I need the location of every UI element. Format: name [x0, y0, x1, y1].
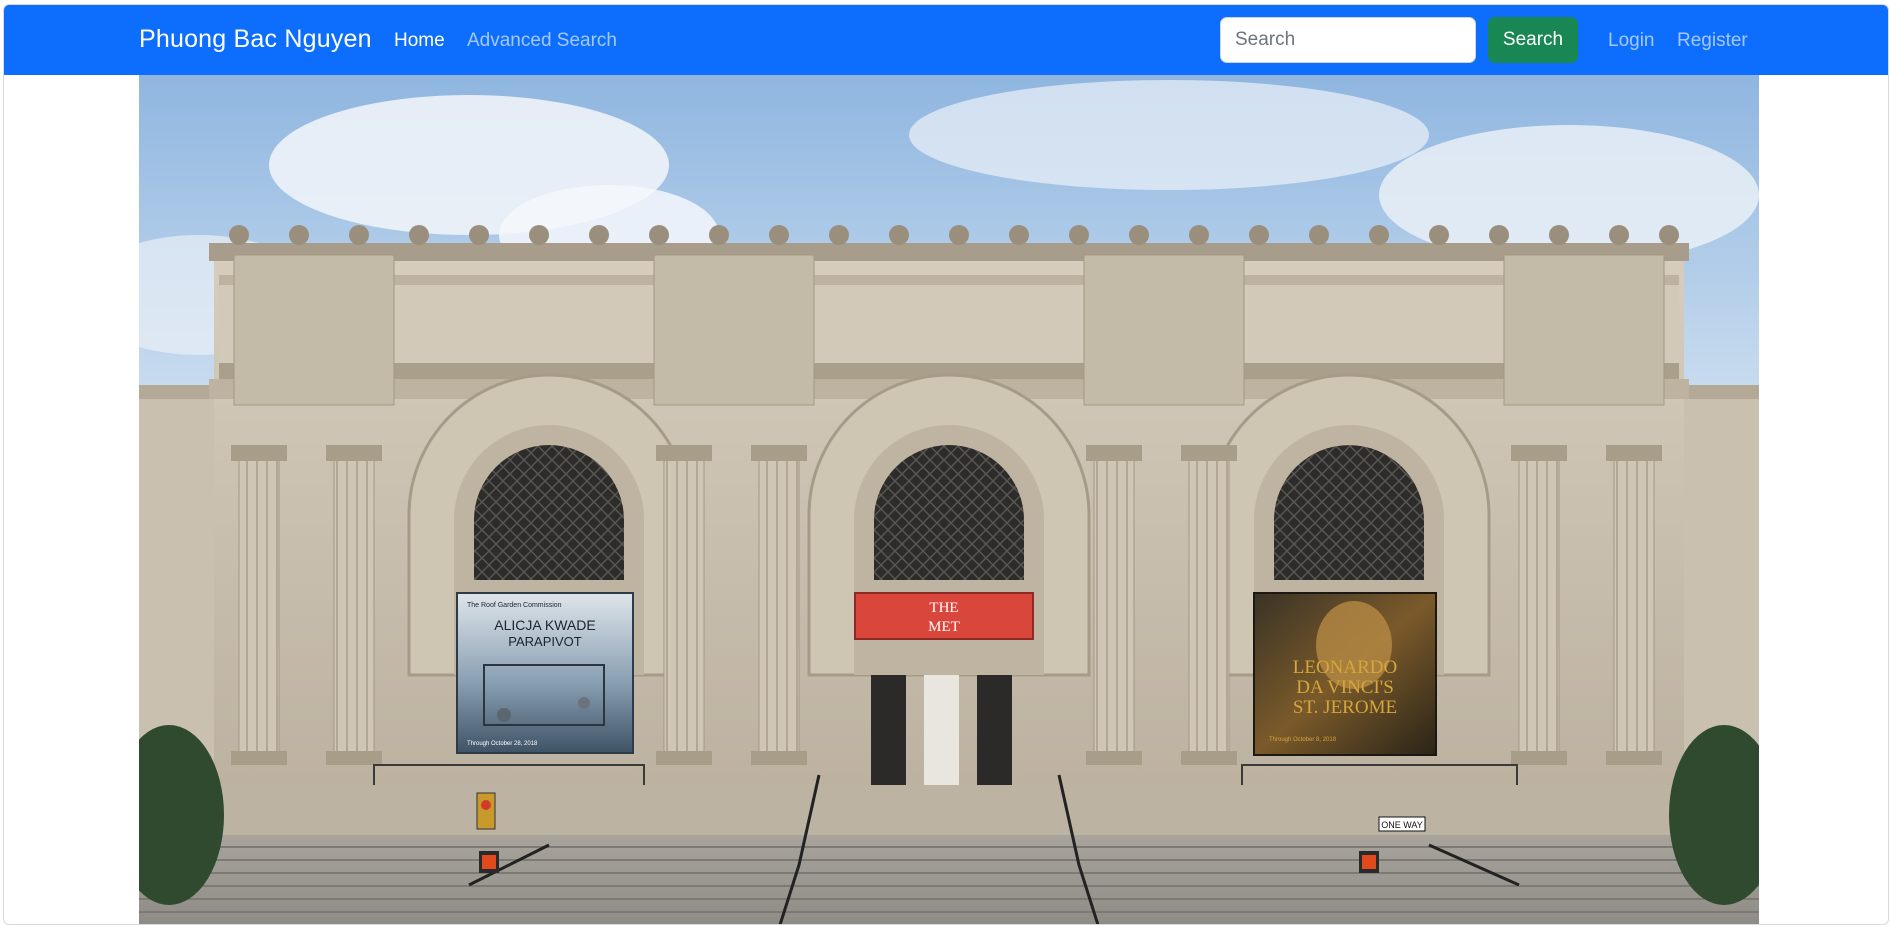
svg-text:LEONARDO: LEONARDO [1293, 657, 1398, 678]
nav-link-advanced-search[interactable]: Advanced Search [467, 30, 617, 52]
svg-text:Through October 8, 2018: Through October 8, 2018 [1269, 737, 1337, 743]
nav-link-home[interactable]: Home [394, 30, 445, 52]
banner-right: LEONARDO DA VINCI'S ST. JEROME Through O… [1253, 592, 1437, 756]
svg-text:DA VINCI'S: DA VINCI'S [1296, 677, 1394, 698]
svg-text:Through October 28, 2018: Through October 28, 2018 [467, 741, 538, 747]
top-navbar: Phuong Bac Nguyen Home Advanced Search S… [4, 5, 1888, 75]
svg-text:MET: MET [928, 619, 960, 635]
museum-facade-image: The Roof Garden Commission ALICJA KWADE … [139, 75, 1759, 924]
svg-text:PARAPIVOT: PARAPIVOT [508, 634, 582, 649]
svg-text:THE: THE [929, 600, 958, 616]
nav-link-register[interactable]: Register [1677, 30, 1748, 52]
search-input[interactable] [1220, 17, 1476, 63]
hero-image: The Roof Garden Commission ALICJA KWADE … [139, 75, 1759, 924]
browser-page: Phuong Bac Nguyen Home Advanced Search S… [3, 4, 1889, 925]
banner-center: THE MET [854, 592, 1034, 640]
svg-text:The Roof Garden Commission: The Roof Garden Commission [467, 602, 562, 609]
svg-text:ONE WAY: ONE WAY [1381, 820, 1423, 830]
search-button[interactable]: Search [1488, 17, 1578, 63]
brand-link[interactable]: Phuong Bac Nguyen [139, 25, 372, 54]
svg-text:ALICJA KWADE: ALICJA KWADE [494, 617, 595, 633]
svg-text:ST. JEROME: ST. JEROME [1293, 697, 1397, 718]
nav-link-login[interactable]: Login [1608, 30, 1655, 52]
banner-left: The Roof Garden Commission ALICJA KWADE … [456, 592, 634, 754]
